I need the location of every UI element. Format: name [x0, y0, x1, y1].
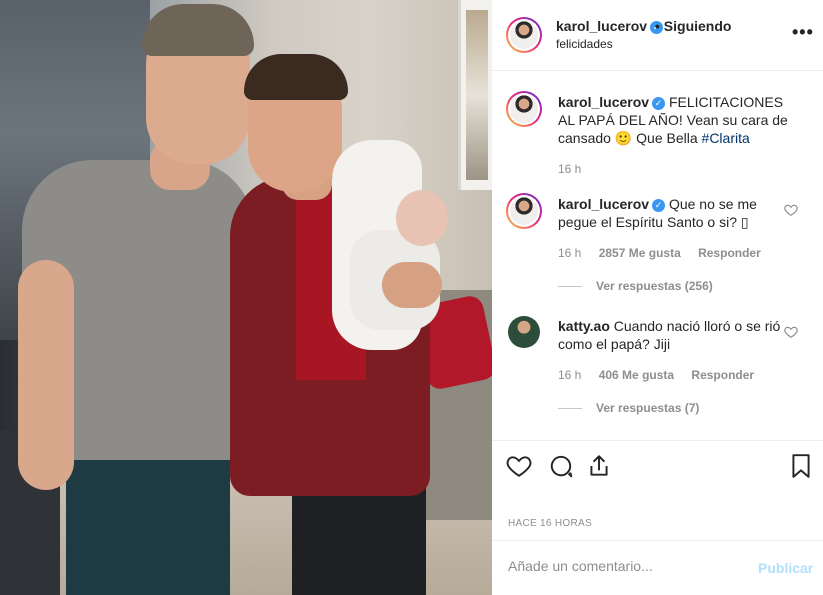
- comment-time[interactable]: 16 h: [558, 368, 581, 382]
- verified-badge-icon: ✓: [652, 97, 666, 110]
- add-comment-bar: Publicar: [492, 540, 823, 595]
- heart-icon[interactable]: [506, 453, 532, 479]
- header-avatar[interactable]: [506, 17, 542, 53]
- comment-likes[interactable]: 406 Me gusta: [599, 368, 674, 382]
- man-left-arm: [18, 260, 74, 490]
- baby-head: [396, 190, 448, 246]
- view-replies-button[interactable]: Ver respuestas (256): [558, 279, 713, 293]
- man-left-jeans: [66, 450, 230, 595]
- comment-username[interactable]: katty.ao: [558, 318, 610, 334]
- comment-meta: 16 h 406 Me gusta Responder: [558, 368, 768, 382]
- reply-button[interactable]: Responder: [698, 246, 761, 260]
- bookmark-icon[interactable]: [788, 453, 814, 479]
- verified-badge-icon: ✓: [652, 199, 666, 212]
- comment-like-heart-icon[interactable]: [784, 203, 798, 217]
- post-timestamp[interactable]: HACE 16 HORAS: [508, 518, 592, 529]
- comment-text: katty.ao Cuando nació lloró o se rió com…: [558, 317, 788, 353]
- share-icon[interactable]: [586, 453, 612, 479]
- comment-like-heart-icon[interactable]: [784, 325, 798, 339]
- caption-hashtag[interactable]: #Clarita: [702, 130, 750, 146]
- comment-text: karol_lucerov ✓ Que no se me pegue el Esp…: [558, 195, 788, 231]
- man-left-hair: [142, 4, 254, 56]
- view-replies-button[interactable]: Ver respuestas (7): [558, 401, 699, 415]
- comment-time[interactable]: 16 h: [558, 246, 581, 260]
- caption-meta: 16 h: [558, 162, 595, 176]
- comment-meta: 16 h 2857 Me gusta Responder: [558, 246, 775, 260]
- view-replies-label[interactable]: Ver respuestas (7): [596, 401, 699, 415]
- more-options-icon[interactable]: •••: [792, 22, 814, 43]
- comment-username[interactable]: karol_lucerov: [558, 196, 649, 212]
- man-right-hair: [244, 54, 348, 100]
- photo-wall-art: [466, 10, 488, 180]
- comment-input[interactable]: [508, 558, 738, 574]
- caption-username[interactable]: karol_lucerov: [558, 94, 649, 110]
- comment-likes[interactable]: 2857 Me gusta: [599, 246, 681, 260]
- replies-divider: [558, 408, 582, 410]
- post-photo[interactable]: [0, 0, 492, 595]
- man-right-hand: [382, 262, 442, 308]
- view-replies-label[interactable]: Ver respuestas (256): [596, 279, 713, 293]
- post-actions-bar: [492, 440, 823, 500]
- header-username[interactable]: karol_lucerov: [556, 18, 647, 34]
- comment-avatar[interactable]: [506, 193, 542, 229]
- replies-divider: [558, 286, 582, 288]
- comment-avatar[interactable]: [508, 316, 540, 348]
- caption-time[interactable]: 16 h: [558, 162, 581, 176]
- caption-avatar[interactable]: [506, 91, 542, 127]
- header-username-wrap[interactable]: karol_lucerov ✓: [556, 18, 664, 34]
- reply-button[interactable]: Responder: [691, 368, 754, 382]
- post-header: karol_lucerov ✓ • Siguiendo felicidades •…: [492, 0, 823, 71]
- post-sidebar: karol_lucerov ✓ • Siguiendo felicidades •…: [492, 0, 823, 595]
- comments-list[interactable]: karol_lucerov ✓ FELICITACIONES AL PAPÁ DE…: [492, 72, 823, 440]
- follow-status[interactable]: • Siguiendo: [655, 18, 731, 34]
- missing-glyph-icon: ▯: [740, 214, 749, 230]
- caption-text: karol_lucerov ✓ FELICITACIONES AL PAPÁ DE…: [558, 93, 788, 147]
- publish-button[interactable]: Publicar: [758, 560, 813, 576]
- header-location[interactable]: felicidades: [556, 37, 613, 51]
- smile-emoji-icon: 🙂: [614, 130, 633, 146]
- caption-body-2: Que Bella: [636, 130, 698, 146]
- comment-icon[interactable]: [548, 453, 574, 479]
